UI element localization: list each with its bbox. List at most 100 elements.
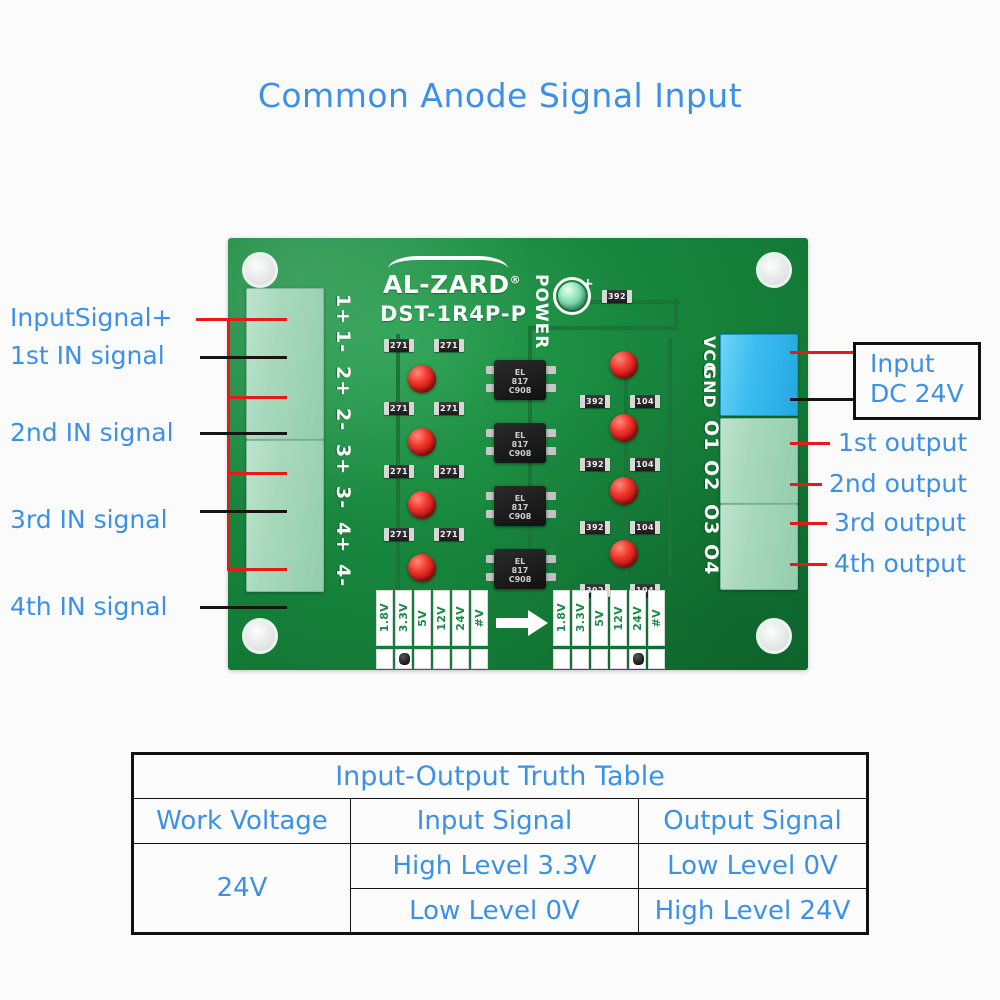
output-resistor: 104	[630, 458, 660, 471]
input-resistor: 271	[434, 465, 464, 478]
channel-output-led	[610, 351, 638, 379]
voltage-solder-pad[interactable]	[376, 649, 393, 669]
callout-4th-output: 4th output	[834, 549, 966, 578]
callout-line-o4	[790, 563, 827, 566]
callout-line-4n	[200, 606, 287, 609]
mounting-hole-bottom-left	[242, 618, 278, 654]
voltage-option-input-0[interactable]: 1.8V	[376, 590, 393, 669]
pin-label-o4: O4	[700, 544, 722, 576]
voltage-solder-pad[interactable]	[471, 649, 488, 669]
callout-line-3n	[200, 510, 287, 513]
pin-label-o1: O1	[700, 420, 722, 452]
voltage-solder-pad[interactable]	[648, 649, 665, 669]
voltage-option-input-3[interactable]: 12V	[433, 590, 450, 669]
voltage-option-label: 3.3V	[572, 590, 589, 646]
voltage-option-label: #V	[648, 590, 665, 646]
pin-label-2-negative: 2-	[332, 408, 354, 432]
output-resistor: 104	[630, 521, 660, 534]
voltage-option-input-1[interactable]: 3.3V	[395, 590, 412, 669]
callout-1st-in-signal: 1st IN signal	[10, 341, 165, 370]
voltage-option-output-3[interactable]: 12V	[610, 590, 627, 669]
callout-2nd-output: 2nd output	[829, 469, 968, 498]
voltage-option-label: 1.8V	[553, 590, 570, 646]
registered-trademark-icon: ®	[509, 273, 522, 287]
cell-work-voltage: 24V	[132, 843, 351, 934]
voltage-option-label: 24V	[452, 590, 469, 646]
callout-3rd-in-signal: 3rd IN signal	[10, 505, 168, 534]
optocoupler-ic: EL 817 C908	[494, 423, 546, 463]
callout-line-input-positive	[196, 318, 230, 321]
voltage-solder-pad[interactable]	[591, 649, 608, 669]
opto-line-3: C908	[508, 449, 532, 458]
header-work-voltage: Work Voltage	[132, 798, 351, 844]
voltage-option-label: 5V	[591, 590, 608, 646]
pin-label-2-positive: 2+	[332, 366, 354, 398]
pin-label-1-positive: 1+	[332, 294, 354, 326]
input-resistor: 271	[434, 528, 464, 541]
callout-1st-output: 1st output	[838, 428, 968, 457]
voltage-option-output-4[interactable]: 24V	[629, 590, 646, 669]
pin-label-4-negative: 4-	[332, 564, 354, 588]
voltage-solder-pad[interactable]	[433, 649, 450, 669]
opto-line-2: 817	[511, 377, 529, 386]
callout-branch-3p	[227, 472, 287, 475]
input-resistor: 271	[384, 528, 414, 541]
output-terminal-block-lower[interactable]	[720, 504, 798, 590]
mounting-hole-top-left	[242, 252, 278, 288]
voltage-option-label: 5V	[414, 590, 431, 646]
voltage-option-input-4[interactable]: 24V	[452, 590, 469, 669]
voltage-selector-output[interactable]: 1.8V 3.3V 5V 12V 24V #V	[553, 590, 667, 669]
output-resistor: 104	[630, 395, 660, 408]
channel-input-led	[408, 554, 436, 582]
pin-label-o3: O3	[700, 504, 722, 536]
voltage-solder-pad-selected[interactable]	[395, 649, 412, 669]
voltage-option-label: 12V	[610, 590, 627, 646]
voltage-solder-pad[interactable]	[610, 649, 627, 669]
voltage-solder-pad[interactable]	[553, 649, 570, 669]
output-resistor: 392	[580, 458, 610, 471]
callout-line-o1	[790, 442, 830, 445]
power-input-line-2: DC 24V	[870, 379, 964, 408]
callout-line-2n	[200, 432, 287, 435]
opto-line-2: 817	[511, 566, 529, 575]
voltage-option-input-5[interactable]: #V	[471, 590, 488, 669]
output-resistor: 392	[580, 395, 610, 408]
opto-line-2: 817	[511, 503, 529, 512]
voltage-option-label: 1.8V	[376, 590, 393, 646]
cell-input-1: High Level 3.3V	[350, 843, 639, 889]
opto-line-3: C908	[508, 512, 532, 521]
output-terminal-block-upper[interactable]	[720, 418, 798, 504]
power-terminal-block[interactable]	[720, 334, 798, 416]
cell-output-1: Low Level 0V	[638, 843, 868, 889]
input-terminal-block-upper[interactable]	[246, 288, 324, 440]
voltage-option-label: 3.3V	[395, 590, 412, 646]
opto-line-3: C908	[508, 386, 532, 395]
output-resistor: 392	[580, 521, 610, 534]
voltage-selector-input[interactable]: 1.8V 3.3V 5V 12V 24V #V	[376, 590, 490, 669]
voltage-option-label: #V	[471, 590, 488, 646]
voltage-option-input-2[interactable]: 5V	[414, 590, 431, 669]
channel-input-led	[408, 428, 436, 456]
brand-name: AL-ZARD	[383, 270, 510, 299]
opto-line-3: C908	[508, 575, 532, 584]
power-input-callout-box: Input DC 24V	[853, 342, 981, 420]
callout-branch-4p	[227, 568, 287, 571]
channel-input-led	[408, 491, 436, 519]
voltage-solder-pad[interactable]	[414, 649, 431, 669]
voltage-option-output-0[interactable]: 1.8V	[553, 590, 570, 669]
voltage-solder-pad-selected[interactable]	[629, 649, 646, 669]
callout-line-1n	[200, 356, 287, 359]
page-title: Common Anode Signal Input	[257, 76, 743, 115]
voltage-solder-pad[interactable]	[572, 649, 589, 669]
opto-line-1: EL	[514, 368, 526, 377]
voltage-solder-pad[interactable]	[452, 649, 469, 669]
callout-branch-2p	[227, 396, 287, 399]
voltage-option-output-2[interactable]: 5V	[591, 590, 608, 669]
voltage-option-output-5[interactable]: #V	[648, 590, 665, 669]
voltage-option-output-1[interactable]: 3.3V	[572, 590, 589, 669]
pin-label-o2: O2	[700, 460, 722, 492]
cell-input-2: Low Level 0V	[350, 888, 639, 934]
brand-logo: AL-ZARD®	[383, 270, 521, 299]
callout-4th-in-signal: 4th IN signal	[10, 592, 168, 621]
arrow-icon	[496, 610, 548, 636]
